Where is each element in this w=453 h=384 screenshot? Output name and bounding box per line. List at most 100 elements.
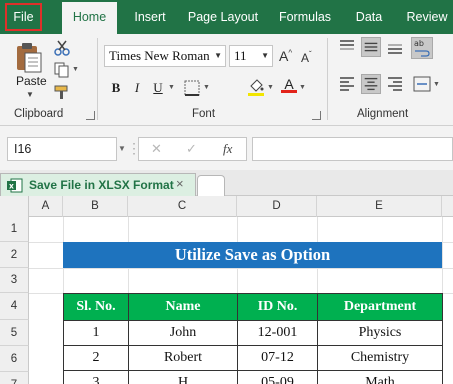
cancel-icon[interactable]: ✕ xyxy=(151,141,162,157)
bold-button[interactable]: B xyxy=(107,77,125,99)
fill-color-icon[interactable] xyxy=(246,77,266,97)
new-tab-button[interactable] xyxy=(197,175,225,196)
worksheet-grid[interactable]: A B C D E 1 2 3 4 5 6 7 Utilize Save as … xyxy=(0,196,453,384)
enter-icon[interactable]: ✓ xyxy=(186,141,197,157)
font-group-label: Font xyxy=(192,108,216,120)
cut-icon[interactable] xyxy=(53,40,71,56)
paste-label: Paste xyxy=(16,74,47,88)
gridline xyxy=(29,268,453,269)
table-cell[interactable]: 05-09 xyxy=(237,370,318,384)
borders-icon[interactable] xyxy=(183,79,201,97)
align-right-icon[interactable] xyxy=(385,74,405,94)
row-header-5[interactable]: 5 xyxy=(0,320,29,346)
font-color-dropdown-icon[interactable]: ▼ xyxy=(299,84,306,91)
workbook-tab[interactable]: x Save File in XLSX Format × xyxy=(0,173,196,196)
paste-dropdown-icon[interactable]: ▼ xyxy=(26,90,34,99)
table-cell[interactable]: Chemistry xyxy=(317,345,443,371)
font-launcher-icon[interactable] xyxy=(312,111,321,120)
format-painter-icon[interactable] xyxy=(53,84,71,100)
ribbon-home: Paste ▼ ▼ Clipboard Times New Roman ▼ 11… xyxy=(0,34,453,126)
font-size-value: 11 xyxy=(234,48,247,63)
table-cell[interactable]: 3 xyxy=(63,370,129,384)
tab-file[interactable]: File xyxy=(5,3,42,31)
table-cell[interactable]: H xyxy=(128,370,238,384)
copy-icon[interactable] xyxy=(53,62,71,78)
table-cell[interactable]: Robert xyxy=(128,345,238,371)
table-cell[interactable]: 2 xyxy=(63,345,129,371)
insert-function-icon[interactable]: fx xyxy=(223,141,232,157)
align-left-icon[interactable] xyxy=(337,74,357,94)
tab-insert[interactable]: Insert xyxy=(126,0,174,34)
table-cell[interactable]: John xyxy=(128,320,238,346)
merge-center-icon[interactable] xyxy=(412,74,432,94)
table-header-row: Sl. No. Name ID No. Department xyxy=(63,293,443,321)
row-header-7[interactable]: 7 xyxy=(0,372,29,384)
column-header-f[interactable] xyxy=(442,196,453,217)
workbook-tab-label: Save File in XLSX Format xyxy=(29,178,174,192)
column-header-c[interactable]: C xyxy=(128,196,237,217)
table-row: 1 John 12-001 Physics xyxy=(63,320,443,346)
row-header-3[interactable]: 3 xyxy=(0,268,29,293)
ribbon-tab-bar: File Home Insert Page Layout Formulas Da… xyxy=(0,0,453,34)
decrease-font-size-button[interactable]: Aˇ xyxy=(301,50,312,65)
merge-dropdown-icon[interactable]: ▼ xyxy=(433,81,440,88)
increase-font-size-button[interactable]: A^ xyxy=(279,48,292,64)
employee-table: Sl. No. Name ID No. Department 1 John 12… xyxy=(63,293,443,384)
tab-review[interactable]: Review xyxy=(402,0,452,34)
formula-bar: I16 ▼ ⋮ ✕ ✓ fx xyxy=(0,126,453,170)
select-all-corner[interactable] xyxy=(0,196,29,217)
table-cell[interactable]: 1 xyxy=(63,320,129,346)
name-box[interactable]: I16 xyxy=(7,137,117,161)
column-header-e[interactable]: E xyxy=(317,196,442,217)
name-box-dropdown-icon[interactable]: ▼ xyxy=(118,144,126,153)
table-cell[interactable]: Math xyxy=(317,370,443,384)
excel-file-icon: x xyxy=(7,178,23,193)
tab-formulas[interactable]: Formulas xyxy=(273,0,337,34)
top-align-icon[interactable] xyxy=(337,37,357,57)
close-icon[interactable]: × xyxy=(176,176,184,191)
column-header-a[interactable]: A xyxy=(29,196,63,217)
middle-align-button[interactable] xyxy=(361,37,381,57)
table-row: 3 H 05-09 Math xyxy=(63,370,443,384)
table-header-cell[interactable]: Sl. No. xyxy=(63,293,129,321)
table-header-cell[interactable]: ID No. xyxy=(237,293,318,321)
font-name-select[interactable]: Times New Roman ▼ xyxy=(104,45,226,67)
font-name-value: Times New Roman xyxy=(109,48,210,63)
tab-home[interactable]: Home xyxy=(62,2,117,34)
tab-data[interactable]: Data xyxy=(350,0,388,34)
column-header-b[interactable]: B xyxy=(63,196,128,217)
clipboard-launcher-icon[interactable] xyxy=(86,111,95,120)
tab-page-layout[interactable]: Page Layout xyxy=(183,0,263,34)
underline-button[interactable]: U xyxy=(149,77,167,99)
row-header-1[interactable]: 1 xyxy=(0,217,29,242)
fill-color-dropdown-icon[interactable]: ▼ xyxy=(267,84,274,91)
column-header-row: A B C D E xyxy=(0,196,453,217)
paste-icon xyxy=(17,43,42,73)
row-header-6[interactable]: 6 xyxy=(0,346,29,372)
bottom-align-icon[interactable] xyxy=(385,37,405,57)
italic-button[interactable]: I xyxy=(128,77,146,99)
row-header-4[interactable]: 4 xyxy=(0,293,29,320)
borders-dropdown-icon[interactable]: ▼ xyxy=(203,84,210,91)
underline-dropdown-icon[interactable]: ▼ xyxy=(168,84,175,91)
table-cell[interactable]: 12-001 xyxy=(237,320,318,346)
row-header-2[interactable]: 2 xyxy=(0,242,29,268)
formula-input[interactable] xyxy=(252,137,453,161)
copy-dropdown-icon[interactable]: ▼ xyxy=(72,66,79,73)
table-header-cell[interactable]: Name xyxy=(128,293,238,321)
table-cell[interactable]: 07-12 xyxy=(237,345,318,371)
font-size-select[interactable]: 11 ▼ xyxy=(229,45,273,67)
font-color-swatch xyxy=(281,90,297,93)
clipboard-group-label: Clipboard xyxy=(14,108,64,120)
middle-align-icon xyxy=(364,42,378,52)
center-align-button[interactable] xyxy=(361,74,381,94)
table-row: 2 Robert 07-12 Chemistry xyxy=(63,345,443,371)
sheet-title-banner[interactable]: Utilize Save as Option xyxy=(63,242,442,268)
wrap-text-button[interactable]: ab xyxy=(411,37,433,59)
font-color-button[interactable]: A xyxy=(281,76,297,93)
column-header-d[interactable]: D xyxy=(237,196,317,217)
group-divider xyxy=(97,38,98,120)
table-header-cell[interactable]: Department xyxy=(317,293,443,321)
chevron-down-icon: ▼ xyxy=(214,51,222,60)
table-cell[interactable]: Physics xyxy=(317,320,443,346)
